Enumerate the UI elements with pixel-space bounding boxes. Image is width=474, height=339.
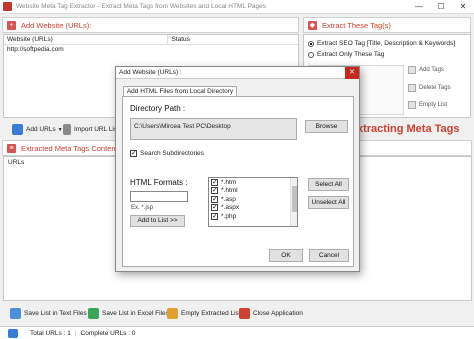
select-all-button[interactable]: Select All	[308, 178, 349, 191]
checkbox-checked-icon	[211, 178, 218, 186]
checkbox-checked-icon	[211, 212, 218, 220]
browse-button[interactable]: Browse	[305, 120, 348, 133]
column-status[interactable]: Status	[168, 35, 298, 44]
format-label: *.aspx	[221, 204, 240, 212]
app-icon	[3, 2, 12, 11]
add-tags-label: Add Tags	[419, 67, 444, 73]
total-urls: Total URLs : 1	[30, 329, 71, 337]
empty-extracted-button[interactable]: Empty Extracted List	[167, 308, 241, 319]
formats-scrollbar[interactable]	[290, 178, 297, 226]
add-website-dialog: Add Website (URLs) : ✕ Add HTML Files fr…	[115, 66, 360, 272]
minimize-button[interactable]: —	[408, 0, 430, 14]
save-text-button[interactable]: Save List in Text Files	[10, 308, 87, 319]
format-item[interactable]: *.htm	[209, 178, 297, 187]
title-bar: Website Meta Tag Extractor - Extract Met…	[0, 0, 474, 14]
radio-seo-label: Extract SEO Tag [Title, Description & Ke…	[317, 40, 455, 47]
tab-panel: Directory Path : C:\Users\Mircea Test PC…	[122, 96, 354, 267]
unselect-all-button[interactable]: Unselect All	[308, 196, 349, 209]
extract-tags-header: ◆ Extract These Tag(s)	[303, 17, 471, 33]
format-label: *.asp	[221, 195, 236, 203]
add-tags-button[interactable]: Add Tags	[408, 66, 444, 74]
import-url-list-button[interactable]: Import URL Lis	[63, 124, 117, 135]
globe-icon	[12, 124, 23, 135]
add-urls-label: Add URLs	[26, 126, 56, 133]
complete-urls: Complete URLs : 0	[80, 329, 136, 337]
add-website-title: Add Website (URLs):	[21, 20, 92, 30]
save-excel-label: Save List in Excel Files	[102, 310, 169, 317]
status-divider: |	[74, 329, 77, 337]
format-label: *.html	[221, 187, 238, 195]
search-subdirectories-label: Search Subdirectories	[140, 150, 204, 157]
close-application-button[interactable]: Close Application	[239, 308, 303, 319]
format-item[interactable]: *.php	[209, 212, 297, 221]
save-excel-button[interactable]: Save List in Excel Files	[88, 308, 169, 319]
directory-path-label: Directory Path :	[130, 104, 186, 113]
delete-tags-label: Delete Tags	[419, 85, 451, 91]
scrollbar-thumb[interactable]	[292, 186, 297, 212]
save-text-icon	[10, 308, 21, 319]
radio-icon	[308, 51, 314, 58]
directory-path-field[interactable]: C:\Users\Mircea Test PC\Desktop	[130, 118, 297, 140]
add-urls-button[interactable]: Add URLs ▼	[12, 124, 63, 135]
url-grid-header: Website (URLs) Status	[4, 35, 298, 45]
window-controls: — ☐ ✕	[408, 0, 474, 14]
format-item[interactable]: *.html	[209, 186, 297, 196]
dialog-close-button[interactable]: ✕	[345, 67, 359, 79]
chevron-down-icon: ▼	[57, 126, 63, 133]
excel-icon	[88, 308, 99, 319]
ok-button[interactable]: OK	[269, 249, 303, 262]
empty-list-button[interactable]: Empty List	[408, 101, 447, 109]
format-item[interactable]: *.asp	[209, 195, 297, 204]
url-row[interactable]: http://softpedia.com	[4, 45, 298, 55]
import-url-label: Import URL Lis	[74, 126, 118, 133]
html-formats-label: HTML Formats :	[130, 178, 188, 187]
column-website-urls[interactable]: Website (URLs)	[4, 35, 169, 44]
maximize-button[interactable]: ☐	[430, 0, 452, 14]
radio-selected-icon	[308, 40, 314, 47]
format-label: *.php	[221, 212, 237, 220]
format-item[interactable]: *.aspx	[209, 203, 297, 213]
tag-icon: ◆	[308, 20, 317, 30]
checkbox-checked-icon	[211, 203, 218, 212]
add-tag-icon	[408, 66, 416, 74]
search-subdirectories-checkbox[interactable]: Search Subdirectories	[130, 149, 204, 157]
checkbox-checked-icon	[130, 149, 137, 157]
checkbox-checked-icon	[211, 186, 218, 195]
cancel-button[interactable]: Cancel	[309, 249, 349, 262]
radio-only-label: Extract Only These Tag	[317, 51, 385, 58]
extracted-title: Extracted Meta Tags Content Li	[21, 143, 126, 153]
add-to-list-button[interactable]: Add to List >>	[130, 215, 185, 227]
format-hint: Ex. *.jsp	[131, 205, 154, 211]
dialog-title-bar: Add Website (URLs) :	[116, 67, 359, 79]
empty-extracted-label: Empty Extracted List	[181, 310, 241, 317]
empty-list-label: Empty List	[419, 102, 448, 108]
radio-seo-tag[interactable]: Extract SEO Tag [Title, Description & Ke…	[304, 38, 470, 49]
save-text-label: Save List in Text Files	[24, 310, 87, 317]
power-icon	[239, 308, 250, 319]
delete-tags-button[interactable]: Delete Tags	[408, 84, 451, 92]
format-input[interactable]	[130, 191, 188, 202]
checkbox-checked-icon	[211, 195, 218, 203]
import-icon	[63, 124, 71, 135]
add-website-header: + Add Website (URLs):	[2, 17, 299, 33]
close-button[interactable]: ✕	[452, 0, 474, 14]
formats-list[interactable]: *.htm *.html *.asp *.aspx *.php	[208, 177, 298, 227]
empty-icon	[167, 308, 178, 319]
extract-tags-title: Extract These Tag(s)	[322, 20, 391, 30]
extracting-banner: xtracting Meta Tags	[357, 123, 460, 135]
url-cell: http://softpedia.com	[7, 46, 64, 53]
list-icon: ≡	[7, 143, 16, 153]
empty-list-icon	[408, 101, 416, 109]
window-title: Website Meta Tag Extractor - Extract Met…	[16, 3, 266, 10]
format-label: *.htm	[221, 178, 237, 186]
status-bar: Total URLs : 1 | Complete URLs : 0	[0, 326, 474, 339]
delete-tag-icon	[408, 84, 416, 92]
dialog-title: Add Website (URLs) :	[119, 69, 182, 76]
status-icon	[8, 328, 18, 338]
radio-only-these[interactable]: Extract Only These Tag	[304, 49, 470, 60]
plus-icon: +	[7, 20, 16, 30]
close-app-label: Close Application	[253, 310, 303, 317]
